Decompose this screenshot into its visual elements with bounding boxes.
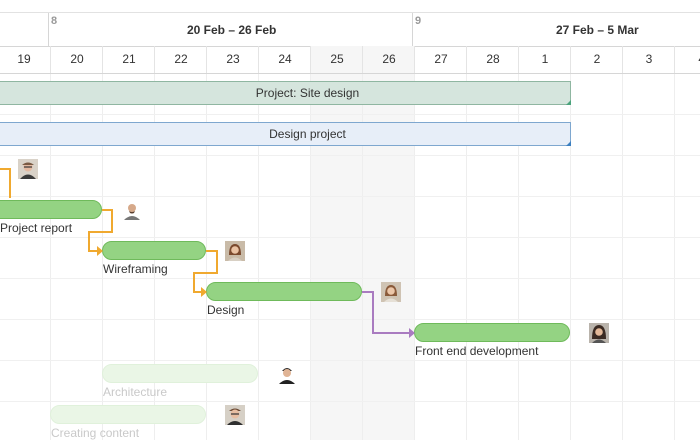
dependency-link	[88, 209, 113, 252]
gantt-chart: 8 20 Feb – 26 Feb 9 27 Feb – 5 Mar 19 20…	[0, 0, 700, 440]
dependency-links	[0, 168, 415, 338]
assignee-avatar[interactable]	[122, 200, 142, 220]
assignee-avatar[interactable]	[18, 159, 38, 179]
person-icon	[381, 282, 401, 302]
person-icon	[589, 323, 609, 343]
dependency-link	[193, 250, 218, 293]
person-icon	[225, 241, 245, 261]
arrow-icon	[409, 328, 415, 338]
person-icon	[225, 405, 245, 425]
arrow-icon	[97, 246, 103, 256]
assignee-avatar[interactable]	[589, 323, 609, 343]
dependency-link	[0, 168, 11, 198]
assignee-avatar[interactable]	[225, 241, 245, 261]
assignee-avatar[interactable]	[277, 364, 297, 384]
person-icon	[277, 364, 297, 384]
assignee-avatar[interactable]	[381, 282, 401, 302]
person-icon	[18, 159, 38, 179]
assignee-avatar[interactable]	[225, 405, 245, 425]
person-icon	[122, 200, 142, 220]
arrow-icon	[201, 287, 207, 297]
